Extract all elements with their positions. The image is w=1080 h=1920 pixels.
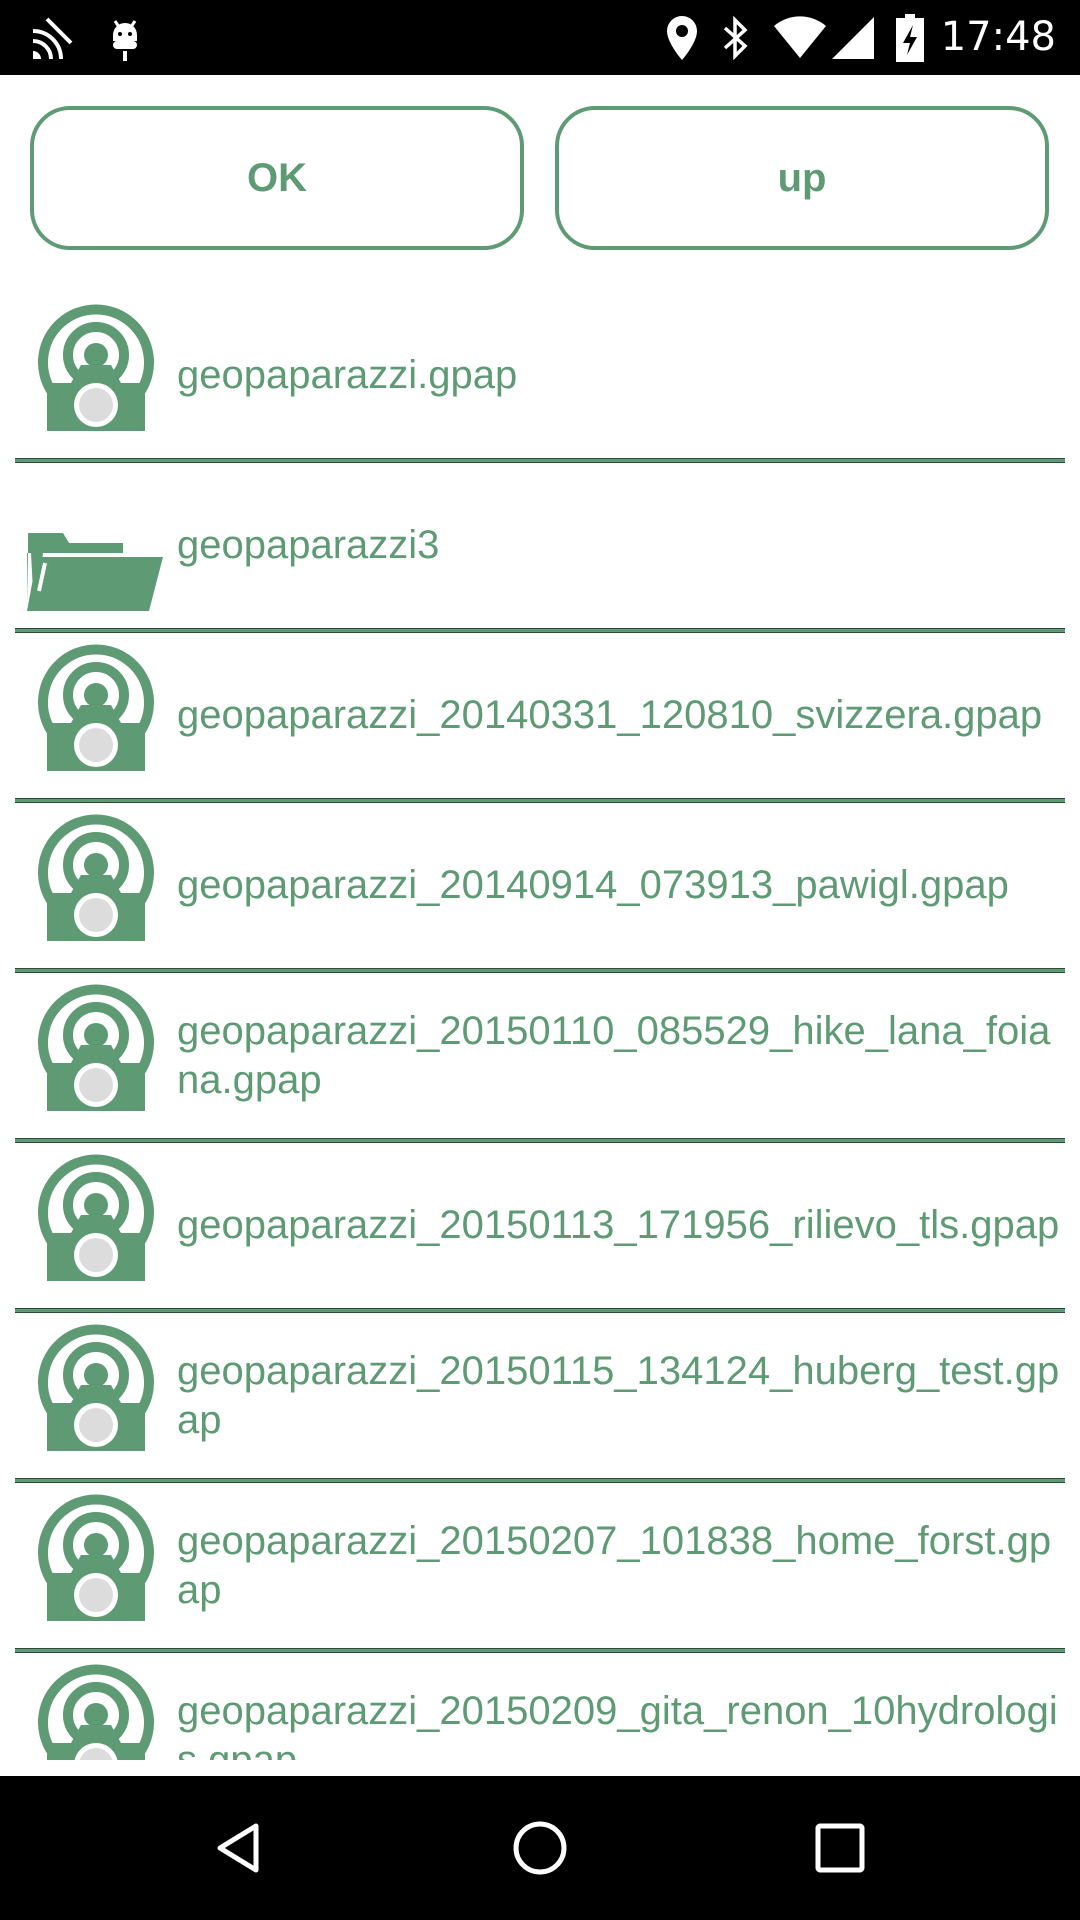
- geopaparazzi-project-icon: [15, 1653, 165, 1760]
- geopaparazzi-project-icon: [15, 1313, 165, 1483]
- geopaparazzi-project-icon: [15, 293, 165, 463]
- file-name: geopaparazzi_20140914_073913_pawigl.gpap: [177, 863, 1009, 907]
- file-name: geopaparazzi_20140331_120810_svizzera.gp…: [177, 693, 1043, 737]
- file-list[interactable]: geopaparazzi.gpap geopaparazzi3 geopapar…: [15, 293, 1065, 1760]
- geopaparazzi-project-icon: [15, 973, 165, 1143]
- clock: 17:48: [940, 14, 1056, 60]
- file-name: geopaparazzi_20150115_134124_huberg_test…: [177, 1348, 1060, 1442]
- location-icon: [660, 0, 704, 75]
- file-name: geopaparazzi_20150113_171956_rilievo_tls…: [177, 1203, 1060, 1247]
- list-item[interactable]: geopaparazzi_20150115_134124_huberg_test…: [15, 1313, 1065, 1483]
- list-item[interactable]: geopaparazzi.gpap: [15, 293, 1065, 463]
- file-name: geopaparazzi.gpap: [177, 353, 518, 397]
- geopaparazzi-project-icon: [15, 1143, 165, 1313]
- file-name: geopaparazzi3: [177, 523, 440, 567]
- file-name: geopaparazzi_20150207_101838_home_forst.…: [177, 1518, 1052, 1612]
- navigation-bar: [0, 1776, 1080, 1920]
- wifi-icon: [770, 0, 830, 75]
- signal-icon: [828, 0, 878, 75]
- home-icon[interactable]: [470, 1776, 610, 1920]
- status-bar: 17:48: [0, 0, 1080, 75]
- up-button[interactable]: up: [555, 106, 1049, 250]
- recents-icon[interactable]: [770, 1776, 910, 1920]
- bluetooth-icon: [716, 0, 756, 75]
- list-item[interactable]: geopaparazzi_20150209_gita_renon_10hydro…: [15, 1653, 1065, 1760]
- battery-charging-icon: [890, 0, 930, 75]
- list-item[interactable]: geopaparazzi_20140914_073913_pawigl.gpap: [15, 803, 1065, 973]
- ok-button[interactable]: OK: [30, 106, 524, 250]
- back-icon[interactable]: [170, 1776, 310, 1920]
- cast-icon: [24, 0, 80, 75]
- file-name: geopaparazzi_20150110_085529_hike_lana_f…: [177, 1008, 1051, 1102]
- list-item[interactable]: geopaparazzi_20140331_120810_svizzera.gp…: [15, 633, 1065, 803]
- list-item[interactable]: geopaparazzi3: [15, 463, 1065, 633]
- geopaparazzi-project-icon: [15, 633, 165, 803]
- android-debug-icon: [100, 0, 150, 75]
- file-name: geopaparazzi_20150209_gita_renon_10hydro…: [177, 1688, 1058, 1761]
- list-item[interactable]: geopaparazzi_20150207_101838_home_forst.…: [15, 1483, 1065, 1653]
- geopaparazzi-project-icon: [15, 803, 165, 973]
- folder-icon: [15, 463, 165, 633]
- list-item[interactable]: geopaparazzi_20150110_085529_hike_lana_f…: [15, 973, 1065, 1143]
- geopaparazzi-project-icon: [15, 1483, 165, 1653]
- list-item[interactable]: geopaparazzi_20150113_171956_rilievo_tls…: [15, 1143, 1065, 1313]
